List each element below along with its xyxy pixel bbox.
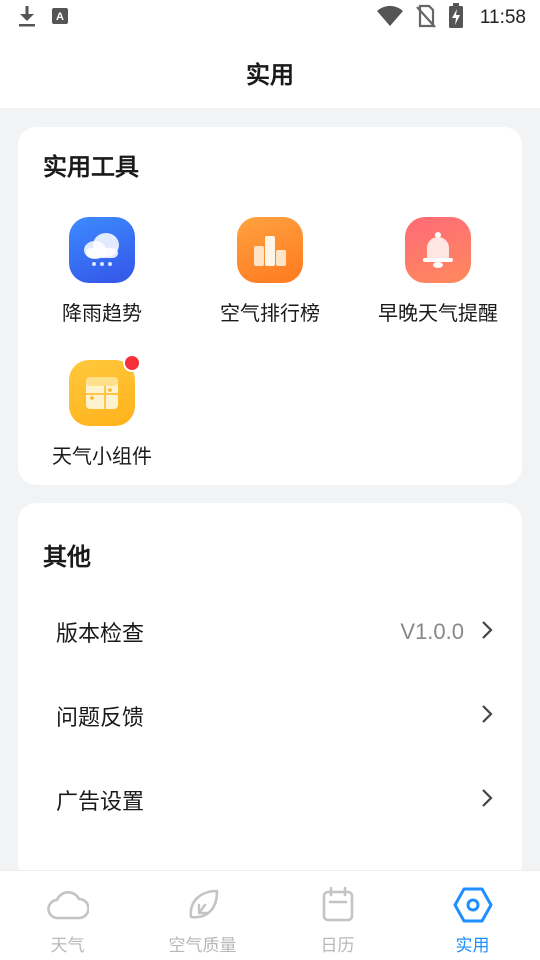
bottom-nav: 天气 空气质量 日历 实用 [0,870,540,960]
calendar-icon [316,883,360,927]
nav-tab-air-quality[interactable]: 空气质量 [135,871,270,960]
tools-card: 实用工具 降雨趋势 空气排行榜 早晚天气提醒 天气小组件 [18,127,522,485]
status-bar-right: 11:58 [376,3,526,33]
row-label: 问题反馈 [56,706,145,731]
tool-rain-trend[interactable]: 降雨趋势 [18,217,186,337]
svg-text:A: A [56,11,64,23]
cloud-icon [46,883,90,927]
bell-icon [405,217,471,283]
widget-icon [69,354,141,426]
tool-weather-reminder[interactable]: 早晚天气提醒 [354,217,522,337]
rain-cloud-icon [69,217,135,283]
tool-label: 天气小组件 [52,444,152,468]
nav-label: 天气 [50,936,85,956]
hexagon-gear-icon [451,883,495,927]
nav-tab-weather[interactable]: 天气 [0,871,135,960]
nav-tab-tools[interactable]: 实用 [405,871,540,960]
new-badge-dot [123,354,141,372]
feedback-row[interactable]: 问题反馈 [18,674,522,758]
status-bar-left: A [16,4,70,32]
wifi-icon [376,5,404,31]
chevron-right-icon [480,703,494,729]
page-title: 实用 [246,60,294,89]
no-sim-icon [416,4,436,32]
app-header: 实用 [0,36,540,108]
chevron-right-icon [480,787,494,813]
nav-tab-calendar[interactable]: 日历 [270,871,405,960]
version-check-row[interactable]: 版本检查 V1.0.0 [18,590,522,674]
nav-label: 实用 [455,936,490,956]
chevron-right-icon [480,619,494,645]
battery-charging-icon [448,3,464,33]
a-keyboard-icon: A [50,6,70,30]
row-label: 版本检查 [56,622,145,647]
version-value: V1.0.0 [400,619,464,644]
tools-card-title: 实用工具 [43,153,139,181]
tool-label: 降雨趋势 [62,301,142,325]
tool-air-ranking[interactable]: 空气排行榜 [186,217,354,337]
nav-label: 空气质量 [168,936,237,956]
ad-settings-row[interactable]: 广告设置 [18,758,522,842]
tool-label: 早晚天气提醒 [378,301,498,325]
tool-weather-widget[interactable]: 天气小组件 [18,354,186,480]
download-icon [16,4,38,32]
row-label: 广告设置 [56,790,145,815]
other-card-title: 其他 [43,543,91,571]
tool-label: 空气排行榜 [220,301,320,325]
leaf-icon [181,883,225,927]
status-time: 11:58 [479,7,526,28]
nav-label: 日历 [320,936,355,956]
ranking-bars-icon [237,217,303,283]
other-card: 其他 版本检查 V1.0.0 问题反馈 广告设置 [18,503,522,883]
status-bar: A 11:58 [0,0,540,36]
